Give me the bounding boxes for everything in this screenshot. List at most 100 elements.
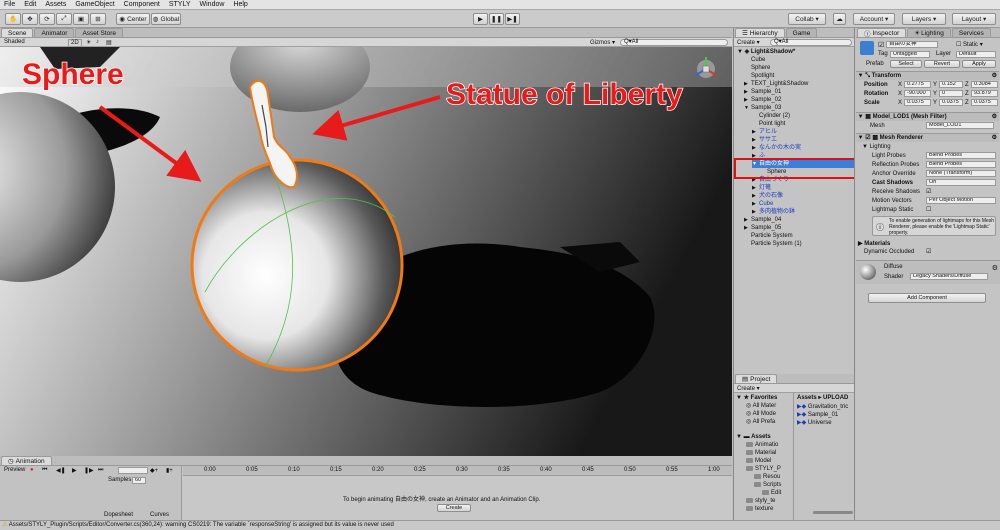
- tree-item[interactable]: ◎ All Mater: [746, 402, 776, 410]
- meshrenderer-header[interactable]: ▼ ☑ ▩ Mesh Renderer ⚙: [856, 133, 999, 142]
- add-component-button[interactable]: Add Component: [868, 293, 986, 303]
- mesh-field[interactable]: Model_LOD1: [926, 122, 994, 129]
- materials-foldout[interactable]: ▶ Materials: [858, 240, 890, 247]
- tree-item[interactable]: ◎ All Mode: [746, 410, 776, 418]
- position-z[interactable]: 0.3084: [971, 81, 998, 88]
- hierarchy-item[interactable]: Particle System (1): [744, 240, 854, 248]
- hierarchy-item[interactable]: ▶ 犬の石像: [752, 192, 854, 200]
- hierarchy-item[interactable]: Spotlight: [744, 72, 854, 80]
- meshfilter-header[interactable]: ▼ ▦ Model_LOD1 (Mesh Filter) ⚙: [856, 112, 999, 121]
- account-dropdown[interactable]: Account ▾: [853, 13, 895, 25]
- tree-item[interactable]: Scripts: [754, 481, 781, 489]
- tab-project[interactable]: ▤ Project: [735, 374, 778, 383]
- motion-vectors-dropdown[interactable]: Per Object Motion: [926, 197, 996, 204]
- tab-lighting[interactable]: ☀ Lighting: [907, 28, 951, 37]
- light-probes-dropdown[interactable]: Blend Probes: [926, 152, 996, 159]
- hierarchy-item[interactable]: ▶ Sample_04: [744, 216, 854, 224]
- hierarchy-item[interactable]: ▼ Sample_03: [744, 104, 854, 112]
- lighting-foldout[interactable]: ▼ Lighting: [862, 144, 891, 150]
- prefab-select-button[interactable]: Select: [890, 60, 922, 68]
- menu-assets[interactable]: Assets: [45, 1, 66, 8]
- selected-sphere[interactable]: [190, 158, 404, 372]
- hierarchy-item[interactable]: Cylinder (2): [752, 112, 854, 120]
- hierarchy-item[interactable]: ▶ ササエ: [752, 136, 854, 144]
- prev-key-icon[interactable]: ◀❚: [56, 467, 66, 474]
- mode-2d-button[interactable]: 2D: [68, 39, 82, 47]
- last-key-icon[interactable]: ⏭: [98, 467, 103, 474]
- hand-tool-icon[interactable]: ✋: [5, 13, 21, 25]
- first-key-icon[interactable]: ⏮: [42, 467, 47, 474]
- tree-item[interactable]: Animatio: [746, 441, 778, 449]
- anchor-override-field[interactable]: None (Transform): [926, 170, 996, 177]
- foldout-arrow-icon[interactable]: ▶: [744, 216, 751, 224]
- foldout-arrow-icon[interactable]: ▶: [752, 144, 759, 152]
- collab-dropdown[interactable]: Collab ▾: [788, 13, 826, 25]
- foldout-arrow-icon[interactable]: ▶: [744, 80, 751, 88]
- menu-styly[interactable]: STYLY: [169, 1, 191, 8]
- tree-item[interactable]: Resou: [754, 473, 780, 481]
- add-keyframe-icon[interactable]: ◆+: [150, 467, 158, 474]
- assets-item[interactable]: ▼ ▬ Assets: [736, 433, 771, 441]
- position-x[interactable]: 0.2775: [904, 81, 931, 88]
- audio-toggle-icon[interactable]: ♪: [96, 39, 99, 45]
- file-item[interactable]: ▶◆ Gravitation_tric: [797, 403, 848, 411]
- tab-asset-store[interactable]: Asset Store: [75, 28, 124, 37]
- lightmap-static-checkbox[interactable]: ☐: [926, 206, 931, 213]
- hierarchy-item[interactable]: ▶ アヒル: [752, 128, 854, 136]
- menu-window[interactable]: Window: [200, 1, 225, 8]
- dynamic-occluded-checkbox[interactable]: ☑: [926, 248, 931, 255]
- hierarchy-item[interactable]: ▶ Sample_05: [744, 224, 854, 232]
- transform-header[interactable]: ▼ ⤡ Transform ⚙: [856, 71, 999, 80]
- rotate-tool-icon[interactable]: ⟳: [39, 13, 55, 25]
- tab-inspector[interactable]: ⓘ Inspector: [857, 28, 907, 38]
- object-name-field[interactable]: 自由の女神: [886, 41, 938, 48]
- shading-dropdown[interactable]: Shaded: [4, 39, 25, 45]
- gizmos-dropdown[interactable]: Gizmos ▾: [590, 39, 615, 46]
- scale-x[interactable]: 0.0375: [904, 99, 931, 106]
- tab-hierarchy[interactable]: ☰ Hierarchy: [735, 28, 785, 37]
- tree-item[interactable]: Material: [746, 449, 776, 457]
- layers-dropdown[interactable]: Layers ▾: [902, 13, 946, 25]
- prefab-revert-button[interactable]: Revert: [924, 60, 960, 68]
- tree-item[interactable]: STYLY_P: [746, 465, 781, 473]
- foldout-arrow-icon[interactable]: ▶: [752, 128, 759, 136]
- hierarchy-item[interactable]: Sphere: [744, 64, 854, 72]
- layer-dropdown[interactable]: Default: [956, 51, 996, 58]
- play-anim-icon[interactable]: ▶: [72, 467, 77, 474]
- tab-services[interactable]: Services: [951, 28, 991, 37]
- tree-item[interactable]: Model: [746, 457, 771, 465]
- hierarchy-item[interactable]: ▶ TEXT_Light&Shadow: [744, 80, 854, 88]
- tab-game[interactable]: Game: [785, 28, 818, 37]
- hierarchy-create-button[interactable]: Create ▾: [737, 39, 760, 46]
- favorites-item[interactable]: ▼ ★ Favorites: [736, 394, 777, 402]
- hierarchy-item[interactable]: ▶ 灯篭: [752, 184, 854, 192]
- foldout-arrow-icon[interactable]: ▶: [744, 96, 751, 104]
- reflection-probes-dropdown[interactable]: Blend Probes: [926, 161, 996, 168]
- samples-field[interactable]: 60: [132, 477, 146, 484]
- settings-icon[interactable]: ⚙: [992, 264, 998, 272]
- timeline-ruler[interactable]: 0:00 0:05 0:10 0:15 0:20 0:25 0:30 0:35 …: [183, 466, 732, 476]
- hierarchy-item[interactable]: Point light: [752, 120, 854, 128]
- rect-tool-icon[interactable]: ▣: [73, 13, 89, 25]
- menu-help[interactable]: Help: [233, 1, 247, 8]
- icon-size-slider[interactable]: [813, 511, 853, 514]
- foldout-arrow-icon[interactable]: ▶: [752, 184, 759, 192]
- hierarchy-search-input[interactable]: Q▾All: [770, 39, 852, 46]
- cloud-icon[interactable]: ☁: [833, 13, 846, 25]
- file-item[interactable]: ▶◆ Universe: [797, 419, 832, 427]
- menu-gameobject[interactable]: GameObject: [75, 1, 114, 8]
- lighting-toggle-icon[interactable]: ☀: [86, 39, 91, 46]
- hierarchy-item[interactable]: ▶ Cube: [752, 200, 854, 208]
- foldout-arrow-icon[interactable]: ▶: [752, 208, 759, 216]
- step-button[interactable]: ▶❚: [505, 13, 520, 25]
- settings-icon[interactable]: ⚙: [992, 72, 997, 80]
- scale-z[interactable]: 0.0375: [971, 99, 998, 106]
- active-checkbox[interactable]: ☑: [878, 41, 884, 49]
- next-key-icon[interactable]: ❚▶: [84, 467, 94, 474]
- add-event-icon[interactable]: ▮+: [166, 467, 173, 474]
- file-item[interactable]: ▶◆ Sample_01: [797, 411, 838, 419]
- shader-dropdown[interactable]: Legacy Shaders/Diffuse: [910, 273, 988, 280]
- create-animation-button[interactable]: Create: [437, 504, 471, 512]
- space-toggle[interactable]: ◍ Global: [151, 13, 181, 25]
- position-y[interactable]: 0.152: [939, 81, 963, 88]
